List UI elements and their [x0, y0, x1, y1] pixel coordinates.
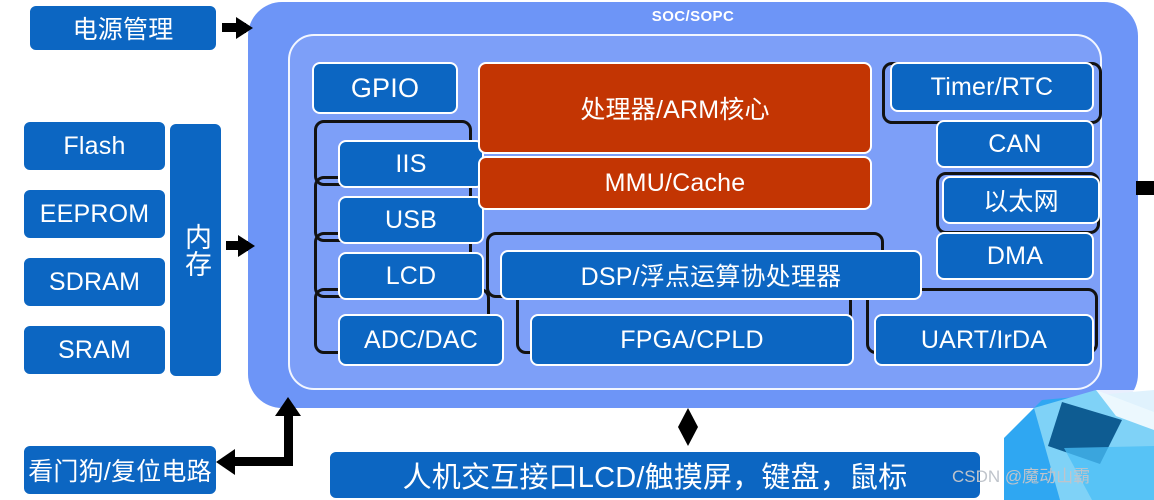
box-adc-dac-label: ADC/DAC [364, 325, 478, 354]
box-dsp-fpu[interactable]: DSP/浮点运算协处理器 [500, 250, 922, 300]
box-memory-group[interactable]: 内存 [168, 122, 223, 378]
box-can[interactable]: CAN [936, 120, 1094, 168]
box-sram[interactable]: SRAM [22, 324, 167, 376]
box-can-label: CAN [988, 129, 1042, 158]
csdn-watermark: CSDN @魔动山霸 [952, 467, 1091, 486]
box-flash[interactable]: Flash [22, 120, 167, 172]
arrow-diamond-bidirectional [678, 408, 698, 446]
box-processor-arm-core[interactable]: 处理器/ARM核心 [478, 62, 872, 154]
arrow-watchdog-head-left [216, 449, 235, 475]
diagram-canvas: SOC/SOPC 电源管理 Flash EEPROM SDRAM SRAM 内存… [0, 0, 1154, 500]
box-gpio[interactable]: GPIO [312, 62, 458, 114]
arrow-power-head [236, 17, 253, 39]
arrow-power-shaft [222, 23, 236, 32]
box-timer-rtc[interactable]: Timer/RTC [890, 62, 1094, 112]
arrow-watchdog-shaft-v [284, 415, 293, 466]
arrow-watchdog-head-up [275, 397, 301, 416]
box-eeprom[interactable]: EEPROM [22, 188, 167, 240]
box-flash-label: Flash [63, 131, 126, 160]
arrow-right-edge [1136, 181, 1154, 195]
box-fpga-cpld-label: FPGA/CPLD [620, 325, 764, 354]
box-processor-arm-core-label: 处理器/ARM核心 [580, 96, 770, 124]
box-mmu-cache-label: MMU/Cache [604, 168, 746, 197]
box-mmu-cache[interactable]: MMU/Cache [478, 156, 872, 210]
box-watchdog-reset[interactable]: 看门狗/复位电路 [22, 444, 218, 496]
box-sdram[interactable]: SDRAM [22, 256, 167, 308]
box-lcd-label: LCD [385, 261, 437, 290]
box-adc-dac[interactable]: ADC/DAC [338, 314, 504, 366]
box-usb-label: USB [384, 205, 437, 234]
box-ethernet-label: 以太网 [983, 188, 1059, 216]
box-memory-group-label: 内存 [181, 222, 211, 278]
box-dma-label: DMA [986, 241, 1044, 270]
box-watchdog-reset-label: 看门狗/复位电路 [28, 458, 212, 486]
soc-title: SOC/SOPC [651, 8, 735, 25]
box-lcd[interactable]: LCD [338, 252, 484, 300]
box-power-management[interactable]: 电源管理 [28, 4, 218, 52]
arrow-memory-shaft [226, 241, 238, 250]
box-dma[interactable]: DMA [936, 232, 1094, 280]
box-uart-irda-label: UART/IrDA [920, 325, 1048, 354]
box-gpio-label: GPIO [350, 72, 420, 103]
arrow-memory-head [238, 235, 255, 257]
box-uart-irda[interactable]: UART/IrDA [874, 314, 1094, 366]
box-dsp-fpu-label: DSP/浮点运算协处理器 [580, 263, 842, 291]
box-fpga-cpld[interactable]: FPGA/CPLD [530, 314, 854, 366]
box-iis-label: IIS [395, 149, 427, 178]
box-power-management-label: 电源管理 [72, 16, 174, 44]
box-hmi-interface-label: 人机交互接口LCD/触摸屏，键盘，鼠标 [402, 462, 908, 494]
box-iis[interactable]: IIS [338, 140, 484, 188]
box-hmi-interface[interactable]: 人机交互接口LCD/触摸屏，键盘，鼠标 [328, 450, 982, 500]
box-sdram-label: SDRAM [48, 267, 141, 296]
box-timer-rtc-label: Timer/RTC [930, 72, 1054, 101]
box-eeprom-label: EEPROM [39, 199, 150, 228]
box-usb[interactable]: USB [338, 196, 484, 244]
box-ethernet[interactable]: 以太网 [942, 176, 1100, 224]
box-sram-label: SRAM [57, 335, 132, 364]
